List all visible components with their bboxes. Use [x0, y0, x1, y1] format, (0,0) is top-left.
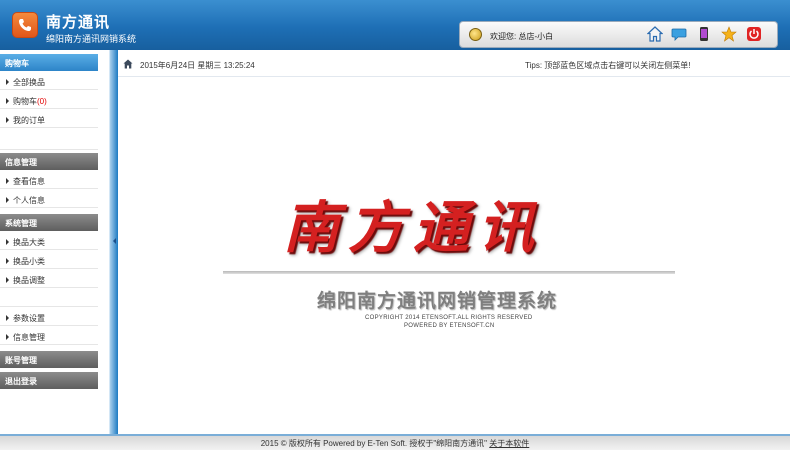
arrow-icon: [6, 277, 9, 283]
arrow-icon: [6, 98, 9, 104]
sidebar-item-label: 个人信息: [13, 196, 45, 205]
sidebar-section-account[interactable]: 账号管理: [0, 351, 98, 368]
header: 南方通讯 绵阳南方通讯网销系统 欢迎您: 总店-小白: [0, 0, 790, 50]
sidebar-item-param-settings[interactable]: 参数设置: [0, 307, 98, 326]
sidebar-section-system[interactable]: 系统管理: [0, 214, 98, 231]
arrow-icon: [6, 178, 9, 184]
arrow-icon: [6, 79, 9, 85]
tips-text: Tips: 顶部蓝色区域点击右键可以关闭左侧菜单!: [525, 61, 691, 70]
sidebar-item-label: 购物车: [13, 97, 37, 106]
sidebar-empty-row: [0, 128, 98, 150]
cart-count: (0): [37, 97, 47, 106]
sidebar-item-view-info[interactable]: 查看信息: [0, 170, 98, 189]
arrow-icon: [6, 117, 9, 123]
sidebar-item-label: 查看信息: [13, 177, 45, 186]
sidebar-item-label: 换品小类: [13, 257, 45, 266]
divider: [223, 271, 675, 274]
app-title: 南方通讯: [46, 14, 111, 31]
arrow-icon: [6, 334, 9, 340]
sidebar-item-label: 换品大类: [13, 238, 45, 247]
sidebar: 购物车 全部换品 购物车(0) 我的订单 信息管理 查看信息 个人信息 系统管理…: [0, 50, 98, 434]
app-subtitle: 绵阳南方通讯网销系统: [46, 34, 137, 44]
star-icon[interactable]: [721, 26, 737, 42]
sidebar-item-category-major[interactable]: 换品大类: [0, 231, 98, 250]
user-bar: 欢迎您: 总店-小白: [459, 21, 778, 48]
sidebar-section-logout[interactable]: 退出登录: [0, 372, 98, 389]
sidebar-item-label: 信息管理: [13, 333, 45, 342]
phone-icon: [12, 12, 38, 38]
powered-by-text: POWERED BY ETENSOFT.CN: [404, 323, 495, 329]
sidebar-item-personal-info[interactable]: 个人信息: [0, 189, 98, 208]
brand-logo-text: 南方通讯: [283, 195, 543, 261]
sidebar-section-cart[interactable]: 购物车: [0, 54, 98, 71]
sidebar-item-info-manage[interactable]: 信息管理: [0, 326, 98, 345]
collapse-arrow-icon[interactable]: [113, 238, 116, 244]
welcome-text: 欢迎您: 总店-小白: [490, 32, 554, 41]
arrow-icon: [6, 197, 9, 203]
sidebar-item-cart[interactable]: 购物车(0): [0, 90, 98, 109]
sidebar-item-category-minor[interactable]: 换品小类: [0, 250, 98, 269]
arrow-icon: [6, 258, 9, 264]
arrow-icon: [6, 239, 9, 245]
user-avatar-icon: [469, 28, 482, 41]
sidebar-item-all-products[interactable]: 全部换品: [0, 71, 98, 90]
mobile-icon[interactable]: [696, 26, 712, 42]
home-icon[interactable]: [123, 59, 133, 69]
current-datetime: 2015年6月24日 星期三 13:25:24: [140, 61, 255, 70]
about-link[interactable]: 关于本软件: [489, 439, 529, 448]
copyright-text: COPYRIGHT 2014 ETENSOFT.ALL RIGHTS RESER…: [365, 315, 533, 321]
arrow-icon: [6, 315, 9, 321]
sidebar-empty-row: [0, 288, 98, 307]
sidebar-item-my-orders[interactable]: 我的订单: [0, 109, 98, 128]
status-bar: 2015年6月24日 星期三 13:25:24 Tips: 顶部蓝色区域点击右键…: [118, 52, 790, 77]
brand-subtitle: 绵阳南方通讯网销管理系统: [317, 291, 558, 312]
sidebar-item-product-adjust[interactable]: 换品调整: [0, 269, 98, 288]
footer: 2015 © 版权所有 Powered by E-Ten Soft. 授权于"绵…: [0, 434, 790, 450]
sidebar-item-label: 我的订单: [13, 116, 45, 125]
power-icon[interactable]: [746, 26, 762, 42]
message-icon[interactable]: [671, 26, 687, 42]
sidebar-item-label: 参数设置: [13, 314, 45, 323]
footer-text: 2015 © 版权所有 Powered by E-Ten Soft. 授权于"绵…: [260, 439, 488, 448]
sidebar-item-label: 全部换品: [13, 78, 45, 87]
sidebar-section-info[interactable]: 信息管理: [0, 153, 98, 170]
sidebar-item-label: 换品调整: [13, 276, 45, 285]
home-icon[interactable]: [647, 26, 663, 42]
